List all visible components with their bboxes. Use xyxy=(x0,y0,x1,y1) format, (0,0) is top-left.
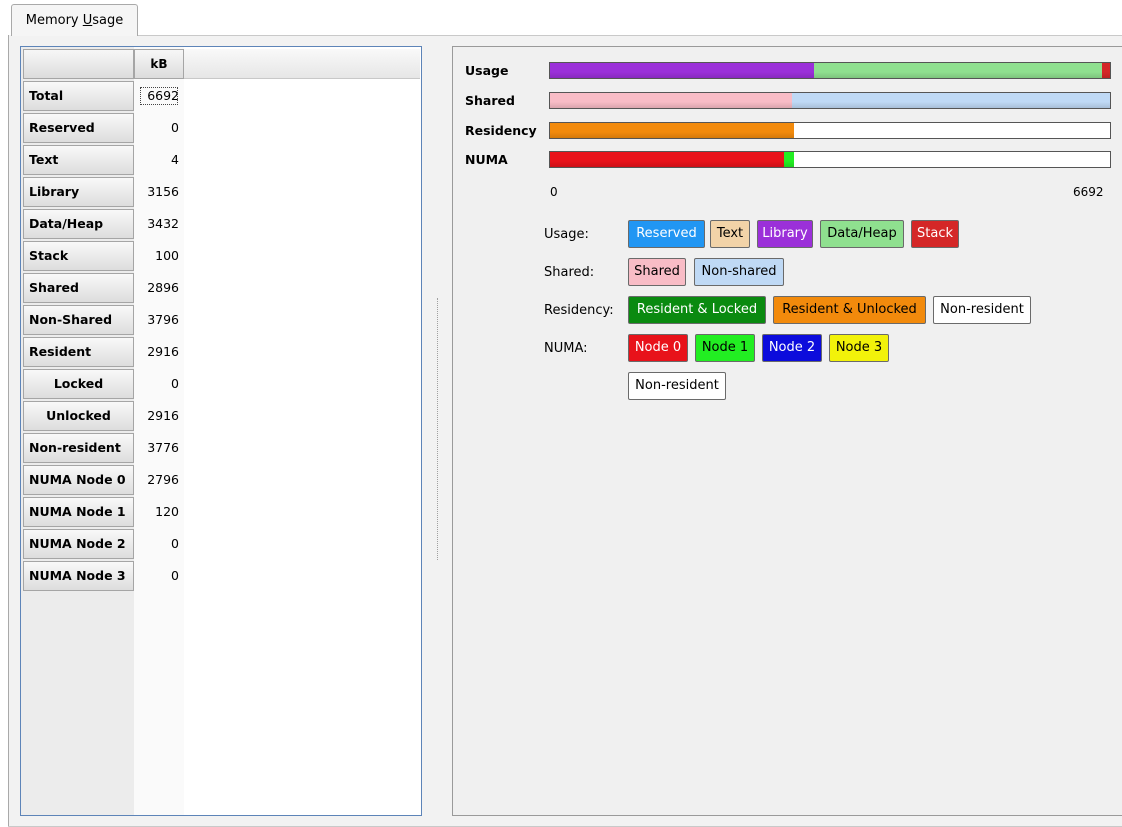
table-cell[interactable]: 3796 xyxy=(134,305,184,335)
legend-chip: Text xyxy=(710,220,750,248)
column-header-kb[interactable]: kB xyxy=(134,49,184,79)
axis-max-label: 6692 xyxy=(1073,185,1104,199)
tab-memory-usage[interactable]: Memory Usage xyxy=(11,4,138,36)
legend-chip: Non-resident xyxy=(933,296,1031,324)
table-cell[interactable]: 2916 xyxy=(134,401,184,431)
legend-chip: Non-resident xyxy=(628,372,726,400)
table-cell[interactable]: 6692 xyxy=(134,81,184,111)
row-header[interactable]: NUMA Node 1 xyxy=(23,497,134,527)
table-cell[interactable]: 100 xyxy=(134,241,184,271)
table-cell[interactable]: 0 xyxy=(134,369,184,399)
table-cell[interactable]: 2916 xyxy=(134,337,184,367)
legend-chip: Node 3 xyxy=(829,334,889,362)
numa-bar xyxy=(549,151,1111,168)
row-header[interactable]: Non-Shared xyxy=(23,305,134,335)
usage-bar-segment xyxy=(550,63,815,78)
table-cell[interactable]: 2896 xyxy=(134,273,184,303)
legend-chip: Library xyxy=(757,220,813,248)
table-cell[interactable]: 0 xyxy=(134,529,184,559)
legend-chip: Node 1 xyxy=(695,334,755,362)
table-cell[interactable]: 2796 xyxy=(134,465,184,495)
row-header[interactable]: NUMA Node 3 xyxy=(23,561,134,591)
bar-label-numa: NUMA xyxy=(465,152,508,167)
shared-bar-segment xyxy=(550,93,793,108)
tab-label-mnemonic: U xyxy=(82,13,93,28)
row-header[interactable]: Stack xyxy=(23,241,134,271)
numa-bar-segment xyxy=(550,152,784,167)
legend-label-residency: Residency: xyxy=(544,303,614,318)
row-header[interactable]: Data/Heap xyxy=(23,209,134,239)
numa-bar-segment xyxy=(783,152,794,167)
bar-label-residency: Residency xyxy=(465,123,537,138)
legend-chip: Stack xyxy=(911,220,959,248)
usage-bar-segment xyxy=(814,63,1102,78)
legend-chip: Resident & Locked xyxy=(628,296,766,324)
legend-chip: Resident & Unlocked xyxy=(773,296,926,324)
row-header[interactable]: NUMA Node 0 xyxy=(23,465,134,495)
row-header[interactable]: Resident xyxy=(23,337,134,367)
splitter-handle[interactable] xyxy=(437,298,438,560)
table-cell[interactable]: 0 xyxy=(134,561,184,591)
legend-chip: Data/Heap xyxy=(820,220,904,248)
row-header[interactable]: Shared xyxy=(23,273,134,303)
row-header[interactable]: Non-resident xyxy=(23,433,134,463)
residency-bar xyxy=(549,122,1111,139)
row-header[interactable]: Unlocked xyxy=(23,401,134,431)
row-header[interactable]: Total xyxy=(23,81,134,111)
table-cell[interactable]: 120 xyxy=(134,497,184,527)
table-corner-button[interactable] xyxy=(23,49,134,79)
row-header[interactable]: Locked xyxy=(23,369,134,399)
bar-label-usage: Usage xyxy=(465,63,509,78)
legend-chip: Shared xyxy=(628,258,686,286)
tab-bar-line xyxy=(138,35,1122,36)
row-header[interactable]: Library xyxy=(23,177,134,207)
legend-chip: Non-shared xyxy=(694,258,784,286)
legend-chip: Node 0 xyxy=(628,334,688,362)
shared-bar xyxy=(549,92,1111,109)
tab-label-post: sage xyxy=(92,13,124,28)
table-cell[interactable]: 3432 xyxy=(134,209,184,239)
usage-bar xyxy=(549,62,1111,79)
table-cell[interactable]: 4 xyxy=(134,145,184,175)
legend-label-usage: Usage: xyxy=(544,227,589,242)
row-header[interactable]: Text xyxy=(23,145,134,175)
usage-bar-segment xyxy=(1101,63,1110,78)
legend-label-shared: Shared: xyxy=(544,265,595,280)
residency-bar-segment xyxy=(550,123,795,138)
legend-chip: Node 2 xyxy=(762,334,822,362)
legend-chip: Reserved xyxy=(628,220,705,248)
shared-bar-segment xyxy=(792,93,1110,108)
bar-label-shared: Shared xyxy=(465,93,515,108)
row-header[interactable]: Reserved xyxy=(23,113,134,143)
table-cell[interactable]: 3156 xyxy=(134,177,184,207)
axis-min-label: 0 xyxy=(550,185,558,199)
legend-label-numa: NUMA: xyxy=(544,341,588,356)
table-cell[interactable]: 0 xyxy=(134,113,184,143)
table-cell[interactable]: 3776 xyxy=(134,433,184,463)
row-header[interactable]: NUMA Node 2 xyxy=(23,529,134,559)
memory-table[interactable]: kB Total 6692 Reserved 0 Text 4 Library 3156 Dat… xyxy=(20,46,422,816)
tab-label-pre: Memory xyxy=(25,13,83,28)
column-header-filler xyxy=(184,49,420,79)
